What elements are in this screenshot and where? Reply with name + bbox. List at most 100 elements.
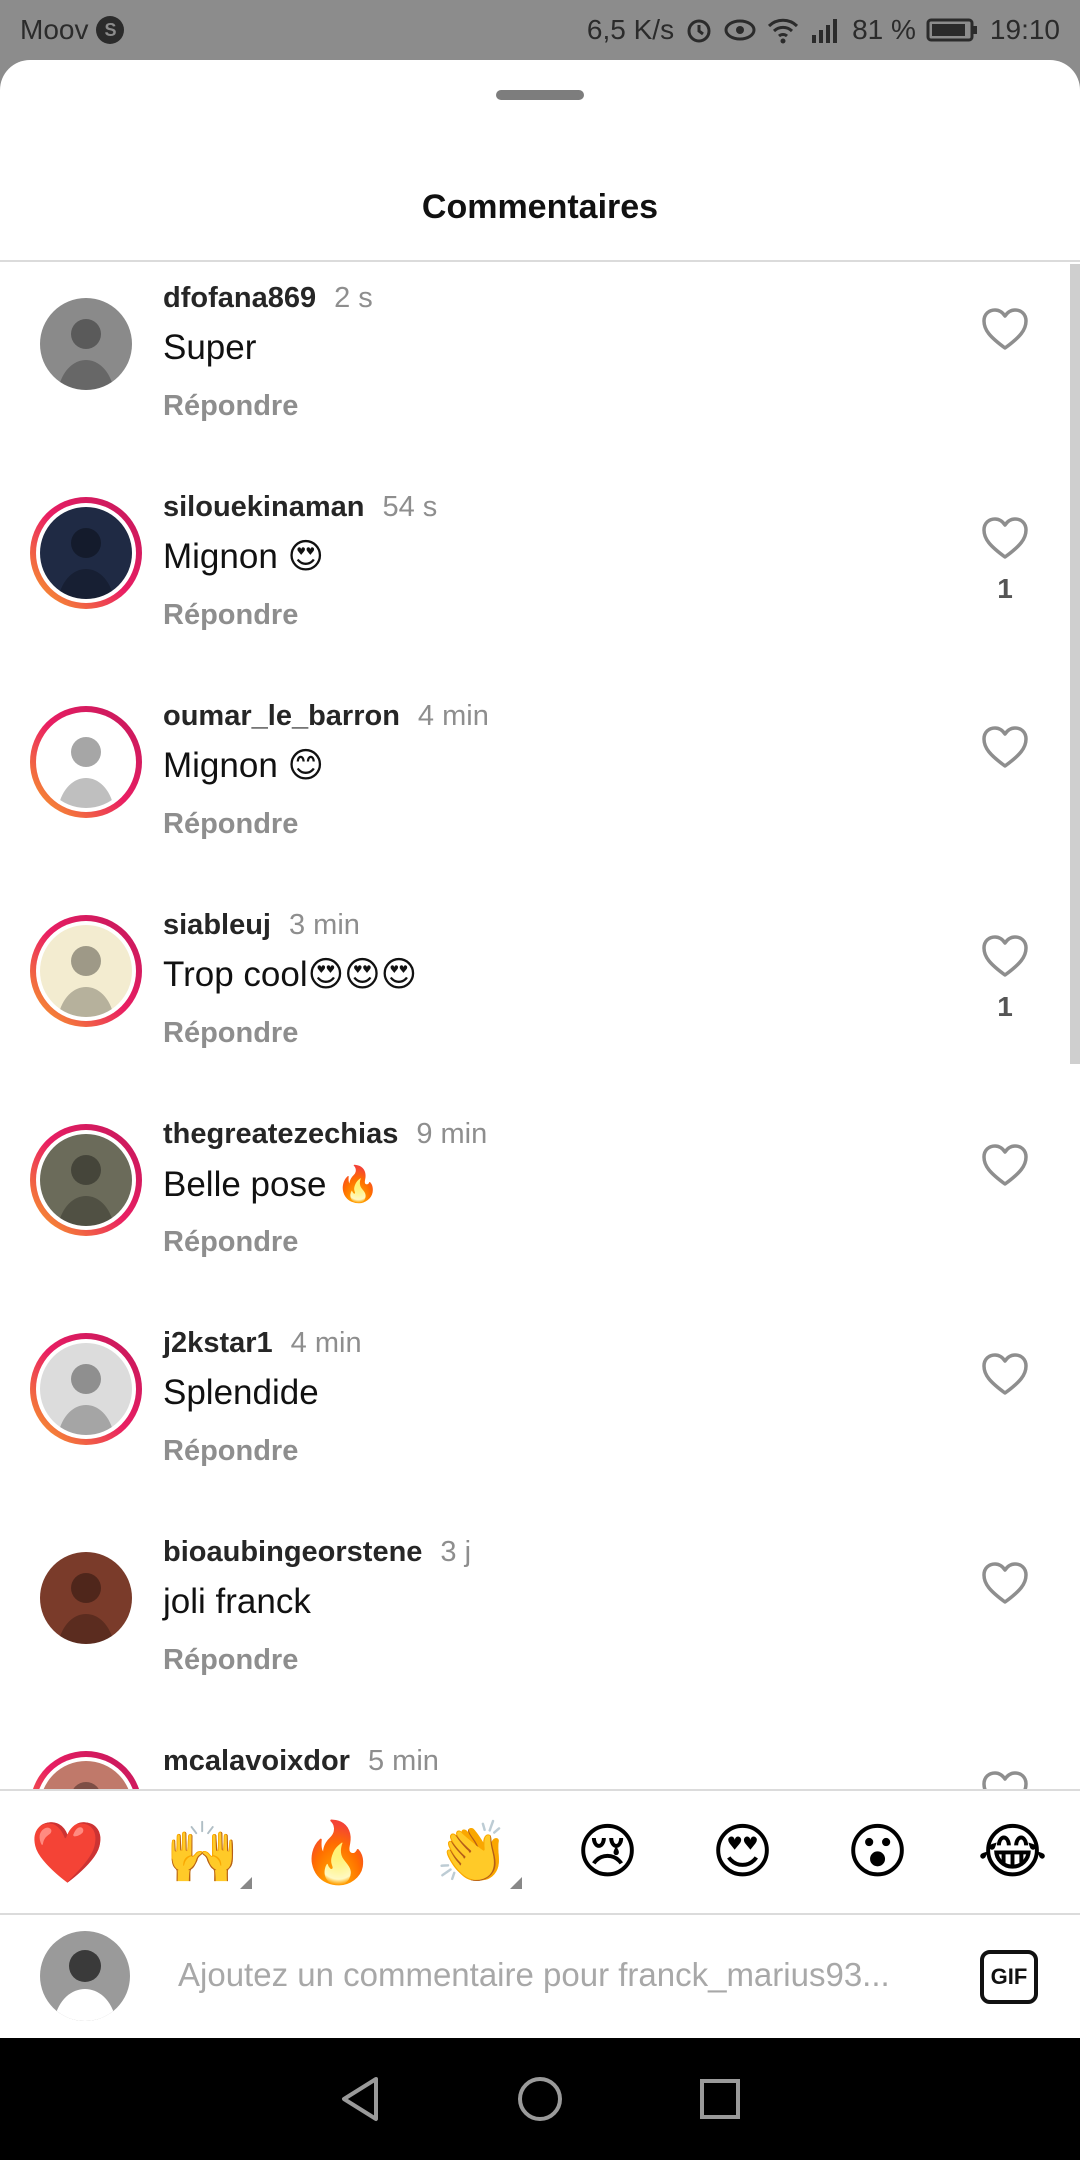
battery-icon <box>926 16 980 44</box>
avatar[interactable] <box>30 915 142 1027</box>
skin-tone-indicator-icon <box>239 1877 252 1889</box>
heart-icon[interactable] <box>980 306 1030 352</box>
comment-header: silouekinaman 54 s <box>163 491 437 524</box>
heart-eyes-emoji-icon[interactable]: 😍 <box>698 1807 788 1897</box>
comment-header: oumar_le_barron 4 min <box>163 700 489 733</box>
avatar[interactable] <box>30 1124 142 1236</box>
carrier-name: Moov <box>20 14 89 45</box>
heart-icon[interactable] <box>980 933 1030 979</box>
comment-row: mcalavoixdor 5 min <box>0 1727 1080 1790</box>
avatar-image <box>40 925 132 1017</box>
comment-header: dfofana869 2 s <box>163 282 373 315</box>
avatar[interactable] <box>30 288 142 400</box>
divider <box>0 260 1080 262</box>
avatar-image <box>40 507 132 599</box>
comment-text: Splendide <box>163 1373 319 1412</box>
heart-emoji-icon[interactable]: ❤️ <box>23 1807 113 1897</box>
reply-button[interactable]: Répondre <box>163 808 298 841</box>
comment-row: silouekinaman 54 s Mignon 😍 Répondre 1 <box>0 473 1080 682</box>
status-right: 6,5 K/s 81 % 19:10 <box>587 14 1060 46</box>
username[interactable]: silouekinaman <box>163 491 364 524</box>
avatar-image <box>40 1761 132 1790</box>
clock: 19:10 <box>989 14 1060 45</box>
reply-button[interactable]: Répondre <box>163 1435 298 1468</box>
back-icon[interactable] <box>330 2069 390 2129</box>
username[interactable]: bioaubingeorstene <box>163 1536 422 1569</box>
username[interactable]: mcalavoixdor <box>163 1745 350 1778</box>
network-speed: 6,5 K/s <box>586 14 675 45</box>
navigation-bar <box>0 2038 1080 2160</box>
surprised-emoji-icon[interactable]: 😮 <box>833 1807 923 1897</box>
avatar-image <box>40 1343 132 1435</box>
gif-button[interactable]: GIF <box>980 1950 1038 2004</box>
username[interactable]: siableuj <box>163 909 271 942</box>
status-left: Moov S <box>20 14 125 46</box>
signal-icon <box>810 15 842 45</box>
like-count: 1 <box>997 573 1013 604</box>
like-count: 1 <box>997 991 1013 1022</box>
sheet-title: Commentaires <box>421 188 659 226</box>
heart-icon[interactable] <box>980 1142 1030 1188</box>
comment-input[interactable] <box>178 1945 958 2005</box>
heart-icon[interactable] <box>980 1769 1030 1790</box>
comment-text: Super <box>163 328 257 367</box>
comment-row: oumar_le_barron 4 min Mignon 😊 Répondre <box>0 682 1080 891</box>
reply-button[interactable]: Répondre <box>163 1226 298 1259</box>
crying-emoji-icon[interactable]: 😢 <box>563 1807 653 1897</box>
eye-icon <box>724 15 756 45</box>
emoji-reaction-bar: ❤️ 🙌 🔥 👏 😢 😍 😮 😂 <box>0 1789 1080 1913</box>
avatar[interactable] <box>30 1751 142 1790</box>
avatar-image <box>40 1552 132 1644</box>
comment-time: 3 j <box>440 1536 472 1568</box>
fire-emoji-icon[interactable]: 🔥 <box>293 1807 383 1897</box>
reply-button[interactable]: Répondre <box>163 1017 298 1050</box>
comment-text: Mignon 😊 <box>163 746 325 785</box>
comment-time: 4 min <box>417 700 489 732</box>
avatar[interactable] <box>30 706 142 818</box>
comment-row: thegreatezechias 9 min Belle pose 🔥 Répo… <box>0 1100 1080 1309</box>
username[interactable]: j2kstar1 <box>163 1327 273 1360</box>
home-icon[interactable] <box>510 2069 570 2129</box>
comment-header: bioaubingeorstene 3 j <box>163 1536 471 1569</box>
reply-button[interactable]: Répondre <box>163 1644 298 1677</box>
comment-text: Mignon 😍 <box>163 537 325 576</box>
comment-time: 5 min <box>367 1745 439 1777</box>
avatar[interactable] <box>30 1542 142 1654</box>
comments-list[interactable]: dfofana869 2 s Super Répondre silouekina… <box>0 264 1080 1790</box>
username[interactable]: thegreatezechias <box>163 1118 398 1151</box>
comment-text: joli franck <box>163 1582 311 1621</box>
comment-time: 4 min <box>290 1327 362 1359</box>
wifi-icon <box>766 15 800 45</box>
clapping-emoji-icon[interactable]: 👏 <box>428 1807 522 1897</box>
comments-sheet: Commentaires dfofana869 2 s Super Répond… <box>0 60 1080 2038</box>
comment-header: siableuj 3 min <box>163 909 360 942</box>
username[interactable]: dfofana869 <box>163 282 316 315</box>
comment-header: j2kstar1 4 min <box>163 1327 362 1360</box>
avatar[interactable] <box>30 497 142 609</box>
avatar-image <box>40 1134 132 1226</box>
avatar <box>40 1931 130 2021</box>
alarm-icon <box>684 15 714 45</box>
raising-hands-emoji-icon[interactable]: 🙌 <box>158 1807 252 1897</box>
username[interactable]: oumar_le_barron <box>163 700 400 733</box>
reply-button[interactable]: Répondre <box>163 390 298 423</box>
heart-icon[interactable] <box>980 1560 1030 1606</box>
heart-icon[interactable] <box>980 724 1030 770</box>
recents-icon[interactable] <box>690 2069 750 2129</box>
drag-handle[interactable] <box>496 90 584 100</box>
comment-row: bioaubingeorstene 3 j joli franck Répond… <box>0 1518 1080 1727</box>
comment-row: j2kstar1 4 min Splendide Répondre <box>0 1309 1080 1518</box>
comment-time: 54 s <box>382 491 438 523</box>
comment-header: thegreatezechias 9 min <box>163 1118 487 1151</box>
reply-button[interactable]: Répondre <box>163 599 298 632</box>
laughing-emoji-icon[interactable]: 😂 <box>968 1807 1058 1897</box>
skin-tone-indicator-icon <box>509 1877 522 1889</box>
heart-icon[interactable] <box>980 515 1030 561</box>
carrier-badge-icon: S <box>96 16 125 44</box>
scrollbar[interactable] <box>1070 264 1080 1064</box>
heart-icon[interactable] <box>980 1351 1030 1397</box>
status-bar: Moov S 6,5 K/s 81 % 19:10 <box>0 0 1080 60</box>
comment-text: Trop cool😍😍😍 <box>163 955 418 994</box>
avatar[interactable] <box>30 1333 142 1445</box>
comment-input-row: GIF <box>0 1913 1080 2038</box>
